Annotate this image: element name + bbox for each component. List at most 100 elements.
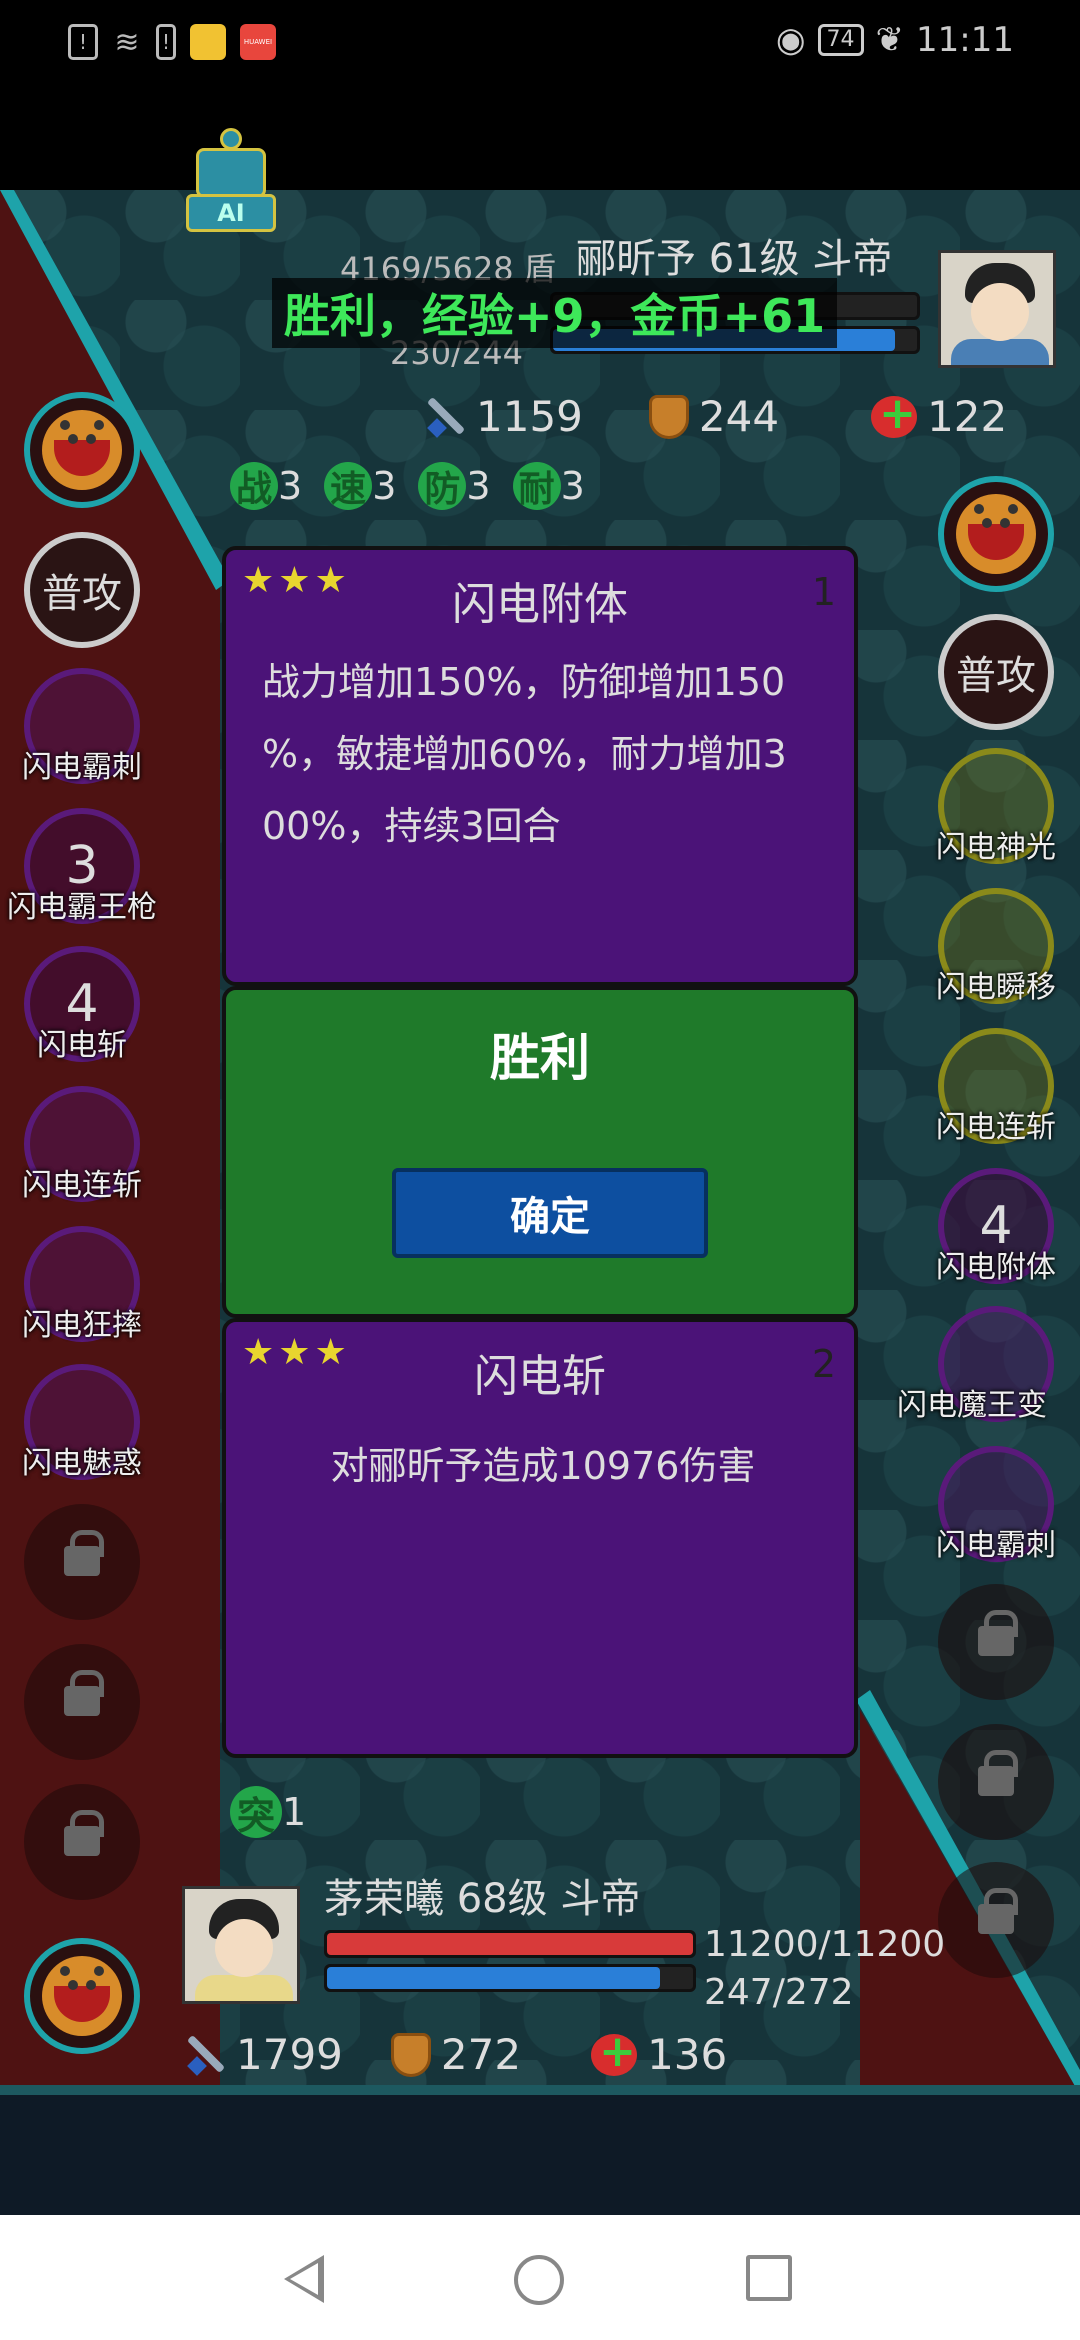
right-skill-shandian-shenguang[interactable]: 闪电神光	[936, 748, 1056, 865]
right-locked-slot	[938, 1862, 1054, 1978]
right-pet-skill[interactable]	[938, 476, 1054, 592]
enemy-stats: 1159 244 122	[422, 388, 1008, 442]
skill-label: 闪电魔王变	[897, 1388, 1047, 1423]
avatar-robe	[951, 339, 1049, 365]
skill-label: 闪电斩	[37, 1028, 127, 1063]
right-skill-shandian-futi[interactable]: 4 闪电附体	[936, 1168, 1056, 1285]
enemy-heal: 122	[871, 388, 1008, 441]
buff-fang: 防3	[418, 462, 491, 510]
left-normal-attack[interactable]: 普攻	[24, 532, 140, 648]
clock: 11:11	[916, 20, 1014, 60]
right-locked-slot	[938, 1724, 1054, 1840]
right-skill-shandian-shunyi[interactable]: 闪电瞬移	[936, 888, 1056, 1005]
eye-icon: ◉	[775, 20, 806, 60]
left-locked-slot	[24, 1504, 140, 1620]
player-attack-value: 1799	[236, 2030, 343, 2079]
leaf-icon: ❦	[875, 20, 905, 60]
victory-dialog: 胜利 确定	[222, 986, 858, 1318]
left-locked-slot	[24, 1784, 140, 1900]
player-name: 茅荣曦 68级 斗帝	[324, 1876, 641, 1922]
buff-icon: 突	[230, 1786, 282, 1838]
right-locked-slot	[938, 1584, 1054, 1700]
card-line: 战力增加150%，防御增加150	[262, 660, 786, 704]
card-line: 00%，持续3回合	[262, 804, 561, 848]
status-right: ◉ 74 ❦ 11:11	[776, 20, 1014, 60]
shield-icon	[648, 394, 689, 439]
skill-label: 闪电瞬移	[936, 970, 1056, 1005]
buff-nai: 耐3	[512, 462, 585, 510]
enemy-buffs: 战3 速3 防3 耐3	[230, 462, 585, 510]
field-bottom	[0, 2095, 1080, 2215]
shield-icon	[390, 2032, 431, 2077]
buff-zhan: 战3	[230, 462, 302, 510]
avatar-face	[971, 283, 1029, 341]
left-locked-slot	[24, 1644, 140, 1760]
sword-icon	[422, 395, 466, 439]
left-pet-skill[interactable]	[24, 392, 140, 508]
victory-banner: 胜利，经验+9，金币+61	[272, 278, 838, 348]
battery-icon: 74	[817, 24, 864, 56]
player-mp-text: 247/272	[704, 1972, 854, 2013]
home-icon[interactable]	[514, 2255, 564, 2305]
ai-robot-button[interactable]: AI	[186, 128, 276, 232]
player-bars	[324, 1930, 696, 1998]
player-defense: 272	[390, 2030, 522, 2079]
skill-label: 闪电霸刺	[22, 750, 142, 785]
leopard-icon	[956, 494, 1036, 574]
heal-icon	[871, 388, 918, 439]
heal-icon	[591, 2026, 638, 2077]
buff-su: 速3	[324, 462, 396, 510]
buff-icon: 战	[230, 462, 278, 510]
back-icon[interactable]	[284, 2255, 324, 2303]
lock-icon	[64, 1810, 104, 1856]
lock-icon	[978, 1888, 1018, 1934]
right-skill-shandian-lianzhan[interactable]: 闪电连斩	[936, 1028, 1056, 1145]
card-number: 2	[811, 1342, 836, 1386]
skill-card-2: ★★★ 闪电斩 2 对郦昕予造成10976伤害	[222, 1318, 858, 1758]
player-hp-text: 11200/11200	[704, 1924, 946, 1965]
right-skill-shandian-mowangbian[interactable]: 闪电魔王变	[897, 1306, 1054, 1423]
right-skill-shandian-bachi[interactable]: 闪电霸刺	[936, 1446, 1056, 1563]
recent-apps-icon[interactable]	[746, 2255, 792, 2301]
status-bar: ! ≋ ! HUAWEI ◉ 74 ❦ 11:11	[0, 0, 1080, 90]
card-description: 战力增加150%，防御增加150 %，敏捷增加60%，耐力增加3 00%，持续3…	[262, 646, 824, 862]
confirm-button[interactable]: 确定	[392, 1168, 708, 1258]
right-normal-attack[interactable]: 普攻	[938, 614, 1054, 730]
lock-icon	[64, 1530, 104, 1576]
left-skill-shandian-bachi[interactable]: 闪电霸刺	[22, 668, 142, 785]
skill-label: 闪电神光	[936, 830, 1056, 865]
enemy-avatar[interactable]	[938, 250, 1056, 368]
left-skill-shandian-lianzhan[interactable]: 闪电连斩	[22, 1086, 142, 1203]
left-skill-shandian-meihuo[interactable]: 闪电魅惑	[22, 1364, 142, 1481]
leopard-icon	[42, 1956, 122, 2036]
skill-label: 闪电附体	[936, 1250, 1056, 1285]
player-defense-value: 272	[440, 2030, 522, 2079]
enemy-attack-value: 1159	[476, 392, 583, 441]
robot-antenna	[220, 128, 242, 150]
player-avatar[interactable]	[182, 1886, 300, 2004]
left-skill-shandian-bawangqiang[interactable]: 3 闪电霸王枪	[7, 808, 157, 925]
buff-count: 1	[282, 1790, 307, 1834]
enemy-heal-value: 122	[927, 392, 1008, 441]
left-skill-shandian-kuangshuai[interactable]: 闪电狂摔	[22, 1226, 142, 1343]
status-left-icons: ! ≋ ! HUAWEI	[68, 24, 276, 60]
card-number: 1	[811, 570, 836, 614]
enemy-defense-value: 244	[698, 392, 780, 441]
player-hp-bar	[324, 1930, 696, 1958]
robot-head	[196, 148, 266, 198]
player-buff-tu: 突 1	[230, 1786, 306, 1838]
leopard-icon	[42, 410, 122, 490]
player-attack: 1799	[182, 2030, 343, 2079]
normal-attack-label: 普攻	[956, 653, 1036, 699]
player-mp-bar	[324, 1964, 696, 1992]
skill-label: 闪电霸王枪	[7, 890, 157, 925]
left-skill-shandian-zhan[interactable]: 4 闪电斩	[24, 946, 140, 1063]
buff-icon: 防	[418, 462, 467, 510]
left-pet-item[interactable]	[24, 1938, 140, 2054]
lock-icon	[978, 1610, 1018, 1656]
buff-icon: 速	[324, 462, 373, 510]
enemy-defense: 244	[648, 392, 780, 441]
player-heal-value: 136	[647, 2030, 728, 2079]
skill-label: 闪电连斩	[936, 1110, 1056, 1145]
app-icon	[190, 24, 226, 60]
